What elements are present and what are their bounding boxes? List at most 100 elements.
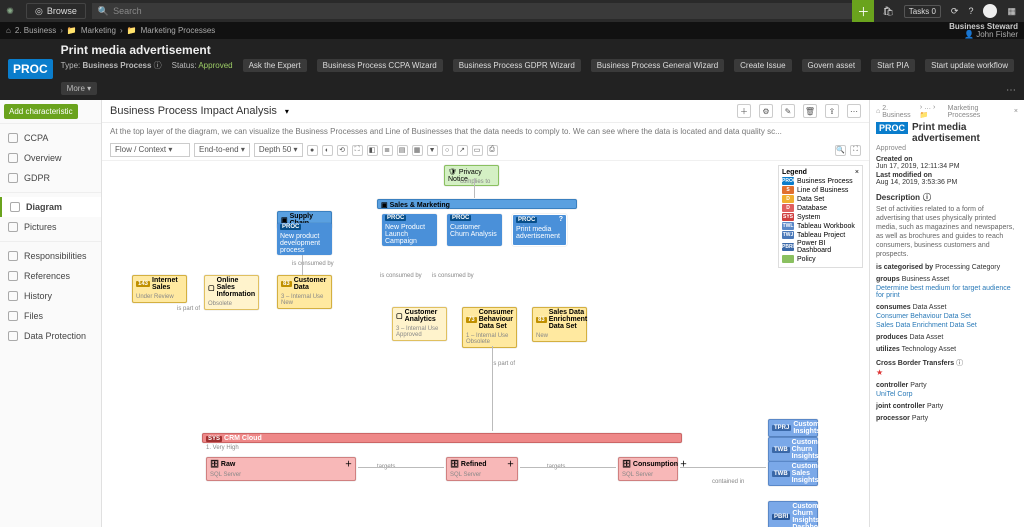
tool-3[interactable]: ⟲ [337, 145, 348, 156]
node-ci[interactable]: TPRJCustomer Insights [768, 419, 818, 437]
direction-select[interactable]: End-to-end ▾ [194, 143, 250, 157]
node-raw[interactable]: 🗄 Raw＋SQL Server [206, 457, 356, 481]
node-cca[interactable]: PROCCustomer Churn Analysis [447, 214, 502, 246]
diagram-toolbar: Flow / Context ▾ End-to-end ▾ Depth 50 ▾… [102, 140, 869, 161]
crumb-3[interactable]: Marketing Processes [141, 26, 216, 35]
node-customer-data[interactable]: 83Customer Data3 – Internal Use New [277, 275, 332, 309]
add-characteristic-button[interactable]: Add characteristic [4, 104, 78, 119]
topbar: ✺ ◎ Browse 🔍 Search ＋ 🛍 Tasks 0 ⟳ ? ▦ [0, 0, 1024, 22]
node-npdp[interactable]: PROCNew product development process [277, 223, 332, 255]
sidebar-item-ccpa[interactable]: CCPA [0, 128, 101, 148]
canvas-title-dropdown-icon[interactable]: ▾ [285, 107, 289, 116]
user-avatar[interactable] [983, 4, 997, 18]
legend-close-icon[interactable]: × [855, 169, 859, 176]
node-cbds[interactable]: 73Consumer Behaviour Data Set1 – Interna… [462, 307, 517, 348]
node-cci[interactable]: TWBCustomer Churn Insights [768, 437, 818, 462]
canvas-plus-icon[interactable]: ＋ [737, 104, 751, 118]
tool-12[interactable]: ▭ [472, 145, 483, 156]
node-ccid[interactable]: PBRICustomer Churn Insights Dashboard [768, 501, 818, 527]
tool-13[interactable]: ⎙ [487, 145, 498, 156]
panel-close-icon[interactable]: × [1014, 108, 1018, 115]
detail-title: Print media advertisement [912, 122, 1018, 144]
sidebar-item-history[interactable]: History [0, 286, 101, 306]
app-logo: ✺ [0, 6, 20, 17]
action-update[interactable]: Start update workflow [925, 59, 1014, 72]
node-consumption[interactable]: 🗄 Consumption＋SQL Server [618, 457, 678, 481]
page-title: Print media advertisement [61, 43, 1016, 57]
sidebar-item-responsibilities[interactable]: Responsibilities [0, 246, 101, 266]
browse-label: Browse [47, 6, 77, 16]
sidebar-item-gdpr[interactable]: GDPR [0, 168, 101, 188]
action-issue[interactable]: Create Issue [734, 59, 791, 72]
proc-badge: PROC [8, 59, 53, 79]
sidebar-item-references[interactable]: References [0, 266, 101, 286]
sidebar-item-files[interactable]: Files [0, 306, 101, 326]
action-govern[interactable]: Govern asset [802, 59, 862, 72]
tool-7[interactable]: ▤ [397, 145, 408, 156]
global-search[interactable]: 🔍 Search [92, 3, 852, 19]
zoom-icon[interactable]: 🔍 [835, 145, 846, 156]
asset-header: PROC Print media advertisement Type: Bus… [0, 39, 1024, 100]
tool-5[interactable]: ◧ [367, 145, 378, 156]
crumb-2[interactable]: Marketing [81, 26, 116, 35]
refresh-icon[interactable]: ⟳ [951, 6, 959, 17]
detail-description: Set of activities related to a form of a… [876, 205, 1018, 259]
center-pane: Business Process Impact Analysis ▾ ＋ ⚙ ✎… [102, 100, 869, 527]
link-groups[interactable]: Determine best medium for target audienc… [876, 285, 1018, 299]
node-customer-analytics[interactable]: ▢ Customer Analytics3 – Internal Use App… [392, 307, 447, 341]
tool-6[interactable]: ≣ [382, 145, 393, 156]
node-refined[interactable]: 🗄 Refined＋SQL Server [446, 457, 518, 481]
link-cbds[interactable]: Consumer Behaviour Data Set [876, 313, 1018, 320]
breadcrumb-bar: ⌂ 2. Business› 📁Marketing› 📁Marketing Pr… [0, 22, 1024, 39]
flow-select[interactable]: Flow / Context ▾ [110, 143, 190, 157]
canvas-more-icon[interactable]: ⋯ [847, 104, 861, 118]
node-osi[interactable]: ▢ Online Sales InformationObsolete [204, 275, 259, 310]
tool-4[interactable]: ⛶ [352, 145, 363, 156]
node-sales-marketing[interactable]: ▣ Sales & Marketing [377, 199, 577, 209]
canvas-trash-icon[interactable]: 🗑 [803, 104, 817, 118]
action-gdpr[interactable]: Business Process GDPR Wizard [453, 59, 581, 72]
more-actions[interactable]: More ▾ [61, 82, 97, 95]
link-controller[interactable]: UniTel Corp [876, 391, 1018, 398]
apps-icon[interactable]: ▦ [1007, 6, 1016, 17]
node-crm[interactable]: SYSCRM Cloud [202, 433, 682, 443]
sidebar-item-data-protection[interactable]: Data Protection [0, 326, 101, 346]
action-ask-expert[interactable]: Ask the Expert [243, 59, 307, 72]
add-button[interactable]: ＋ [852, 0, 874, 22]
legend-panel: Legend× PROCBusiness Process SLine of Bu… [778, 165, 863, 268]
node-nplc[interactable]: PROCNew Product Launch Campaign [382, 214, 437, 246]
node-sde[interactable]: 83Sales Data Enrichment Data SetNew [532, 307, 587, 342]
header-menu-icon[interactable]: ⋯ [1006, 85, 1016, 96]
canvas-gear-icon[interactable]: ⚙ [759, 104, 773, 118]
node-csi[interactable]: TWBCustomer Sales Insights [768, 461, 818, 486]
tool-2[interactable]: ◐ [322, 145, 333, 156]
node-pma[interactable]: PROC?Print media advertisement [512, 214, 567, 246]
canvas-share-icon[interactable]: ⇪ [825, 104, 839, 118]
tool-10[interactable]: ○ [442, 145, 453, 156]
link-sde[interactable]: Sales Data Enrichment Data Set [876, 322, 1018, 329]
sidebar-item-overview[interactable]: Overview [0, 148, 101, 168]
steward-info: Business Steward 👤 John Fisher [949, 23, 1018, 39]
sidebar-item-diagram[interactable]: Diagram [0, 197, 101, 217]
canvas-title: Business Process Impact Analysis [110, 105, 277, 117]
action-ccpa[interactable]: Business Process CCPA Wizard [317, 59, 443, 72]
tasks-badge[interactable]: Tasks 0 [904, 5, 941, 18]
crumb-1[interactable]: 2. Business [15, 26, 56, 35]
browse-button[interactable]: ◎ Browse [26, 3, 86, 19]
basket-icon[interactable]: 🛍 [882, 6, 893, 17]
detail-status: Approved [876, 145, 1018, 152]
sidebar-item-pictures[interactable]: Pictures [0, 217, 101, 237]
help-icon[interactable]: ? [968, 6, 973, 16]
depth-select[interactable]: Depth 50 ▾ [254, 143, 303, 157]
canvas-edit-icon[interactable]: ✎ [781, 104, 795, 118]
tool-11[interactable]: ↗ [457, 145, 468, 156]
action-general[interactable]: Business Process General Wizard [591, 59, 724, 72]
tool-8[interactable]: ▦ [412, 145, 423, 156]
tool-1[interactable]: ● [307, 145, 318, 156]
tool-9[interactable]: ▼ [427, 145, 438, 156]
node-internet-sales[interactable]: 143Internet SalesUnder Review [132, 275, 187, 303]
target-icon: ◎ [35, 6, 43, 17]
diagram-canvas[interactable]: Legend× PROCBusiness Process SLine of Bu… [102, 161, 869, 527]
fullscreen-icon[interactable]: ⛶ [850, 145, 861, 156]
action-pia[interactable]: Start PIA [871, 59, 915, 72]
